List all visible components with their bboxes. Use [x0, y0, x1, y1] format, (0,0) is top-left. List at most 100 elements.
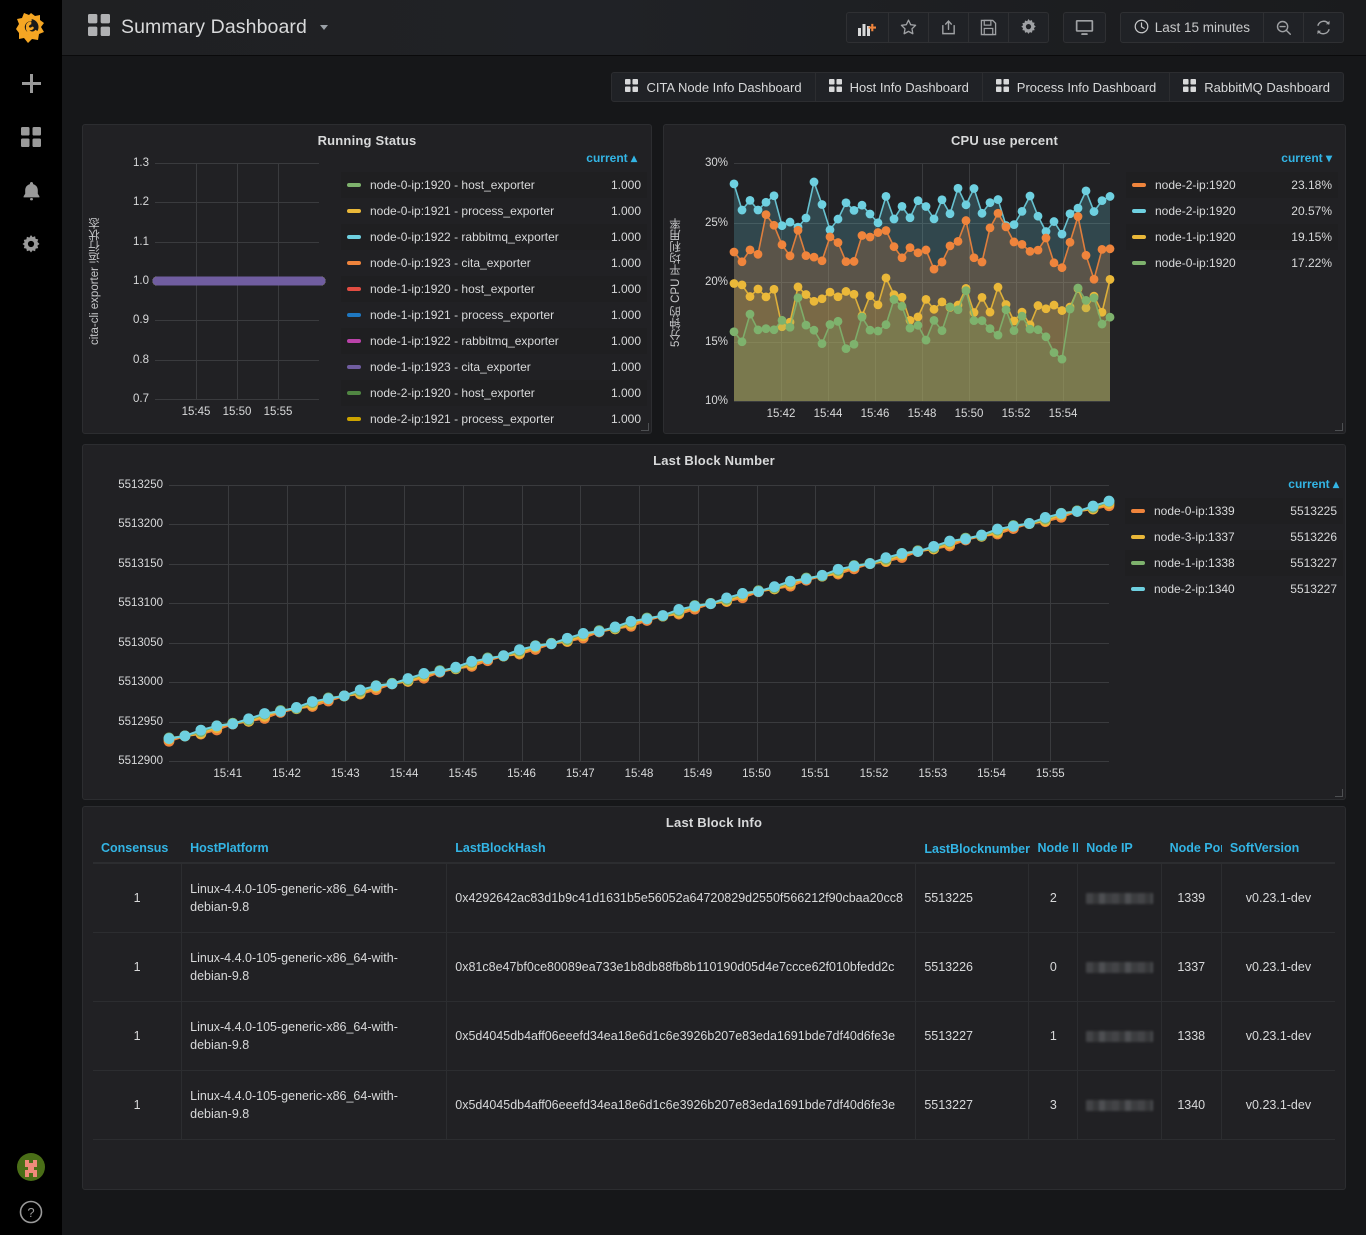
table-cell-host-platform: Linux-4.4.0-105-generic-x86_64-with-debi… — [182, 933, 448, 1001]
sidebar-item-configuration[interactable] — [0, 218, 62, 272]
side-navigation: ? — [0, 0, 62, 1235]
column-header-consensus[interactable]: Consensus — [93, 835, 182, 862]
sidebar-item-create[interactable] — [0, 56, 62, 110]
legend-color-swatch — [347, 365, 361, 369]
legend-color-swatch — [1132, 261, 1146, 265]
legend-item[interactable]: node-1-ip:1923 - cita_exporter 1.000 — [341, 354, 647, 380]
table-cell-last-block-number: 5513226 — [916, 933, 1030, 1001]
dashboard-link-1[interactable]: Host Info Dashboard — [815, 72, 983, 102]
panel-resize-grip-cpu[interactable] — [1335, 423, 1343, 431]
legend-item[interactable]: node-3-ip:1337 5513226 — [1125, 524, 1343, 550]
time-range-picker[interactable]: Last 15 minutes — [1119, 12, 1264, 43]
legend-series-name: node-1-ip:1338 — [1154, 556, 1235, 570]
table-cell-node-port: 1340 — [1162, 1071, 1222, 1139]
table-cell-node-ip — [1078, 1071, 1162, 1139]
panel-running-status: Running Status cita-cli exporter 运行状态 0.7… — [82, 124, 652, 434]
table-cell-host-platform: Linux-4.4.0-105-generic-x86_64-with-debi… — [182, 864, 448, 932]
legend-item[interactable]: node-1-ip:1920 19.15% — [1126, 224, 1338, 250]
legend-item[interactable]: node-2-ip:1340 5513227 — [1125, 576, 1343, 602]
plot-canvas — [729, 177, 1115, 401]
chevron-down-icon[interactable] — [319, 25, 328, 30]
legend-series-value: 1.000 — [610, 256, 641, 270]
sidebar-item-alerting[interactable] — [0, 164, 62, 218]
dashboard-links: CITA Node Info Dashboard Host Info Dashb… — [62, 72, 1366, 110]
legend-sort-header[interactable]: current ▴ — [341, 151, 647, 172]
panel-title-last-block-number[interactable]: Last Block Number — [83, 445, 1345, 468]
redacted-node-ip — [1086, 892, 1153, 904]
legend-item[interactable]: node-1-ip:1921 - process_exporter 1.000 — [341, 302, 647, 328]
legend-color-swatch — [1131, 561, 1145, 565]
legend-item[interactable]: node-0-ip:1922 - rabbitmq_exporter 1.000 — [341, 224, 647, 250]
legend-item[interactable]: node-2-ip:1920 - host_exporter 1.000 — [341, 380, 647, 406]
dashboard-title-group[interactable]: Summary Dashboard — [62, 14, 328, 41]
legend-color-swatch — [1131, 587, 1145, 591]
legend-series-name: node-0-ip:1920 — [1155, 256, 1236, 270]
column-header-lastblockhash[interactable]: LastBlockHash — [447, 835, 916, 862]
share-button[interactable] — [928, 12, 969, 43]
legend-color-swatch — [347, 287, 361, 291]
panel-resize-grip-block[interactable] — [1335, 789, 1343, 797]
legend-item[interactable]: node-1-ip:1920 - host_exporter 1.000 — [341, 276, 647, 302]
redacted-node-ip — [1086, 1099, 1153, 1111]
legend-item[interactable]: node-0-ip:1920 17.22% — [1126, 250, 1338, 276]
legend-item[interactable]: node-0-ip:1339 5513225 — [1125, 498, 1343, 524]
settings-button[interactable] — [1008, 12, 1049, 43]
panel-title-cpu[interactable]: CPU use percent — [664, 125, 1345, 148]
zoom-out-button[interactable] — [1264, 12, 1304, 43]
add-panel-button[interactable] — [845, 12, 889, 43]
table-cell-node-ip — [1078, 864, 1162, 932]
dashboard-link-label: Host Info Dashboard — [849, 79, 969, 95]
legend-item[interactable]: node-2-ip:1920 23.18% — [1126, 172, 1338, 198]
column-header-lastblocknumber[interactable]: LastBlocknumber ▴ — [916, 835, 1029, 862]
table-cell-consensus: 1 — [93, 933, 183, 1001]
refresh-button[interactable] — [1304, 12, 1344, 43]
table-cell-last-block-number: 5513227 — [916, 1002, 1030, 1070]
column-header-node-ip[interactable]: Node IP — [1078, 835, 1161, 862]
column-header-node-id[interactable]: Node ID — [1030, 835, 1079, 862]
column-header-softversion[interactable]: SoftVersion — [1222, 835, 1335, 862]
legend-series-value: 1.000 — [610, 178, 641, 192]
legend-item[interactable]: node-0-ip:1923 - cita_exporter 1.000 — [341, 250, 647, 276]
legend-item[interactable]: node-2-ip:1921 - process_exporter 1.000 — [341, 406, 647, 429]
table-cell-host-platform: Linux-4.4.0-105-generic-x86_64-with-debi… — [182, 1002, 448, 1070]
legend-item[interactable]: node-1-ip:1922 - rabbitmq_exporter 1.000 — [341, 328, 647, 354]
avatar[interactable] — [0, 1145, 62, 1189]
last-block-number-legend: current ▴ node-0-ip:1339 5513225 node-3-ip:… — [1125, 477, 1343, 617]
grafana-logo[interactable] — [0, 0, 62, 56]
table-row: 1 Linux-4.4.0-105-generic-x86_64-with-deb… — [93, 1071, 1335, 1140]
legend-item[interactable]: node-2-ip:1920 20.57% — [1126, 198, 1338, 224]
legend-color-swatch — [1132, 183, 1146, 187]
svg-text:?: ? — [27, 1205, 34, 1220]
dashboard-link-3[interactable]: RabbitMQ Dashboard — [1170, 72, 1344, 102]
legend-item[interactable]: node-1-ip:1338 5513227 — [1125, 550, 1343, 576]
clock-icon — [1134, 19, 1149, 37]
dashboard-link-0[interactable]: CITA Node Info Dashboard — [611, 72, 816, 102]
legend-series-name: node-2-ip:1340 — [1154, 582, 1235, 596]
redacted-node-ip — [1086, 961, 1153, 973]
panel-resize-grip[interactable] — [641, 423, 649, 431]
table-cell-last-block-hash: 0x4292642ac83d1b9c41d1631b5e56052a647208… — [447, 864, 917, 932]
legend-series-value: 19.15% — [1291, 230, 1332, 244]
save-button[interactable] — [968, 12, 1009, 43]
legend-sort-header[interactable]: current ▾ — [1126, 151, 1338, 172]
sidebar-item-dashboards[interactable] — [0, 110, 62, 164]
tv-mode-button[interactable] — [1062, 12, 1106, 43]
sidebar-item-help[interactable]: ? — [0, 1189, 62, 1235]
panel-title-last-block-info[interactable]: Last Block Info — [83, 807, 1345, 830]
plot-canvas — [163, 495, 1115, 747]
panel-title-running-status[interactable]: Running Status — [83, 125, 651, 148]
legend-series-value: 1.000 — [610, 360, 641, 374]
column-header-hostplatform[interactable]: HostPlatform — [182, 835, 447, 862]
legend-series-value: 1.000 — [610, 230, 641, 244]
legend-series-name: node-0-ip:1920 - host_exporter — [370, 178, 535, 192]
legend-item[interactable]: node-0-ip:1920 - host_exporter 1.000 — [341, 172, 647, 198]
table-cell-node-port: 1337 — [1162, 933, 1222, 1001]
dashboard-link-2[interactable]: Process Info Dashboard — [982, 72, 1171, 102]
star-button[interactable] — [888, 12, 929, 43]
column-header-node-port[interactable]: Node Port — [1162, 835, 1222, 862]
legend-color-swatch — [347, 235, 361, 239]
table-cell-host-platform: Linux-4.4.0-105-generic-x86_64-with-debi… — [182, 1071, 448, 1139]
legend-sort-header[interactable]: current ▴ — [1125, 477, 1343, 498]
legend-item[interactable]: node-0-ip:1921 - process_exporter 1.000 — [341, 198, 647, 224]
table-row: 1 Linux-4.4.0-105-generic-x86_64-with-deb… — [93, 1002, 1335, 1071]
